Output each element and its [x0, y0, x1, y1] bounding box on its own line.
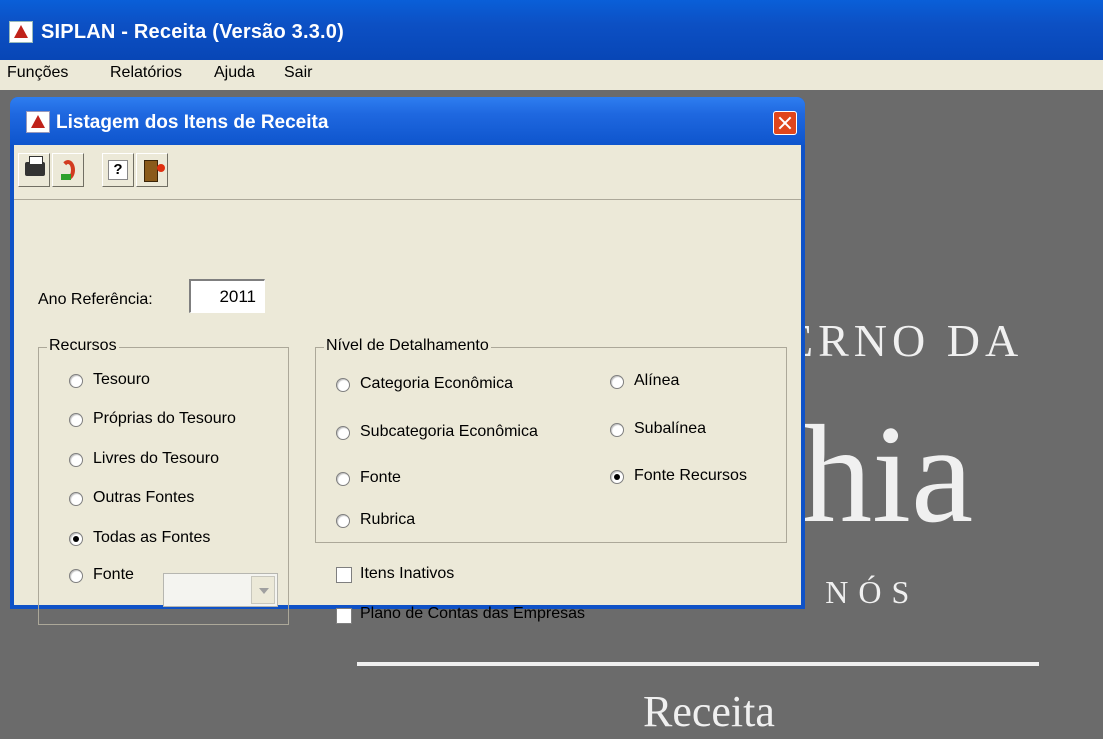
- brand-text-line1: ERNO DA: [785, 315, 1024, 366]
- app-logo-icon: [9, 21, 33, 43]
- year-input[interactable]: 2011: [189, 279, 265, 313]
- return-icon: [61, 160, 75, 180]
- label-proprias-do-tesouro: Próprias do Tesouro: [93, 410, 236, 427]
- label-plano-de-contas: Plano de Contas das Empresas: [360, 605, 586, 622]
- label-outras-fontes: Outras Fontes: [93, 489, 195, 506]
- label-livres-do-tesouro: Livres do Tesouro: [93, 450, 219, 467]
- app-title-bar: SIPLAN - Receita (Versão 3.3.0): [0, 0, 1103, 60]
- label-itens-inativos: Itens Inativos: [360, 565, 455, 582]
- label-subcategoria-economica: Subcategoria Econômica: [360, 423, 538, 440]
- menu-relatorios[interactable]: Relatórios: [110, 64, 182, 82]
- menu-sair[interactable]: Sair: [284, 64, 312, 82]
- radio-fonte-recursos[interactable]: [610, 470, 624, 484]
- radio-tesouro[interactable]: [69, 374, 83, 388]
- dialog-title: Listagem dos Itens de Receita: [56, 112, 329, 133]
- exit-icon: [144, 160, 165, 182]
- dialog-title-bar[interactable]: Listagem dos Itens de Receita: [10, 97, 805, 145]
- exit-button[interactable]: [136, 153, 168, 187]
- label-fonte: Fonte: [93, 566, 134, 583]
- brand-text-line4: Receita: [643, 687, 775, 736]
- radio-subcategoria-economica[interactable]: [336, 426, 350, 440]
- radio-fonte[interactable]: [69, 569, 83, 583]
- label-alinea: Alínea: [634, 372, 680, 389]
- label-subalinea: Subalínea: [634, 420, 707, 437]
- label-fonte-nivel: Fonte: [360, 469, 401, 486]
- help-button[interactable]: ?: [102, 153, 134, 187]
- printer-icon: [25, 156, 45, 176]
- nivel-legend: Nível de Detalhamento: [324, 337, 491, 355]
- radio-fonte-nivel[interactable]: [336, 472, 350, 486]
- menu-bar: Funções Relatórios Ajuda Sair: [0, 60, 1103, 90]
- return-button[interactable]: [52, 153, 84, 187]
- dialog-logo-icon: [26, 111, 50, 133]
- brand-divider: [357, 662, 1039, 666]
- chevron-down-icon[interactable]: [251, 576, 275, 604]
- label-fonte-recursos: Fonte Recursos: [634, 467, 747, 484]
- app-title: SIPLAN - Receita (Versão 3.3.0): [41, 21, 344, 43]
- fonte-combo[interactable]: [163, 573, 278, 607]
- radio-alinea[interactable]: [610, 375, 624, 389]
- close-button[interactable]: [773, 111, 797, 135]
- help-icon: ?: [108, 160, 128, 180]
- radio-livres-do-tesouro[interactable]: [69, 453, 83, 467]
- menu-ajuda[interactable]: Ajuda: [214, 64, 255, 82]
- radio-proprias-do-tesouro[interactable]: [69, 413, 83, 427]
- label-todas-as-fontes: Todas as Fontes: [93, 529, 211, 546]
- toolbar: ?: [14, 145, 801, 200]
- label-tesouro: Tesouro: [93, 371, 150, 388]
- label-categoria-economica: Categoria Econômica: [360, 375, 513, 392]
- radio-rubrica[interactable]: [336, 514, 350, 528]
- menu-funcoes[interactable]: Funções: [7, 64, 68, 82]
- print-button[interactable]: [18, 153, 50, 187]
- year-label: Ano Referência:: [38, 291, 153, 308]
- checkbox-plano-de-contas[interactable]: [336, 608, 352, 624]
- checkbox-itens-inativos[interactable]: [336, 567, 352, 583]
- listing-dialog: Listagem dos Itens de Receita ? Ano Refe…: [10, 97, 805, 625]
- radio-outras-fontes[interactable]: [69, 492, 83, 506]
- radio-subalinea[interactable]: [610, 423, 624, 437]
- radio-categoria-economica[interactable]: [336, 378, 350, 392]
- radio-todas-as-fontes[interactable]: [69, 532, 83, 546]
- dialog-body: ? Ano Referência: 2011 Recursos Tesouro …: [14, 145, 801, 625]
- label-rubrica: Rubrica: [360, 511, 416, 528]
- recursos-legend: Recursos: [47, 337, 119, 355]
